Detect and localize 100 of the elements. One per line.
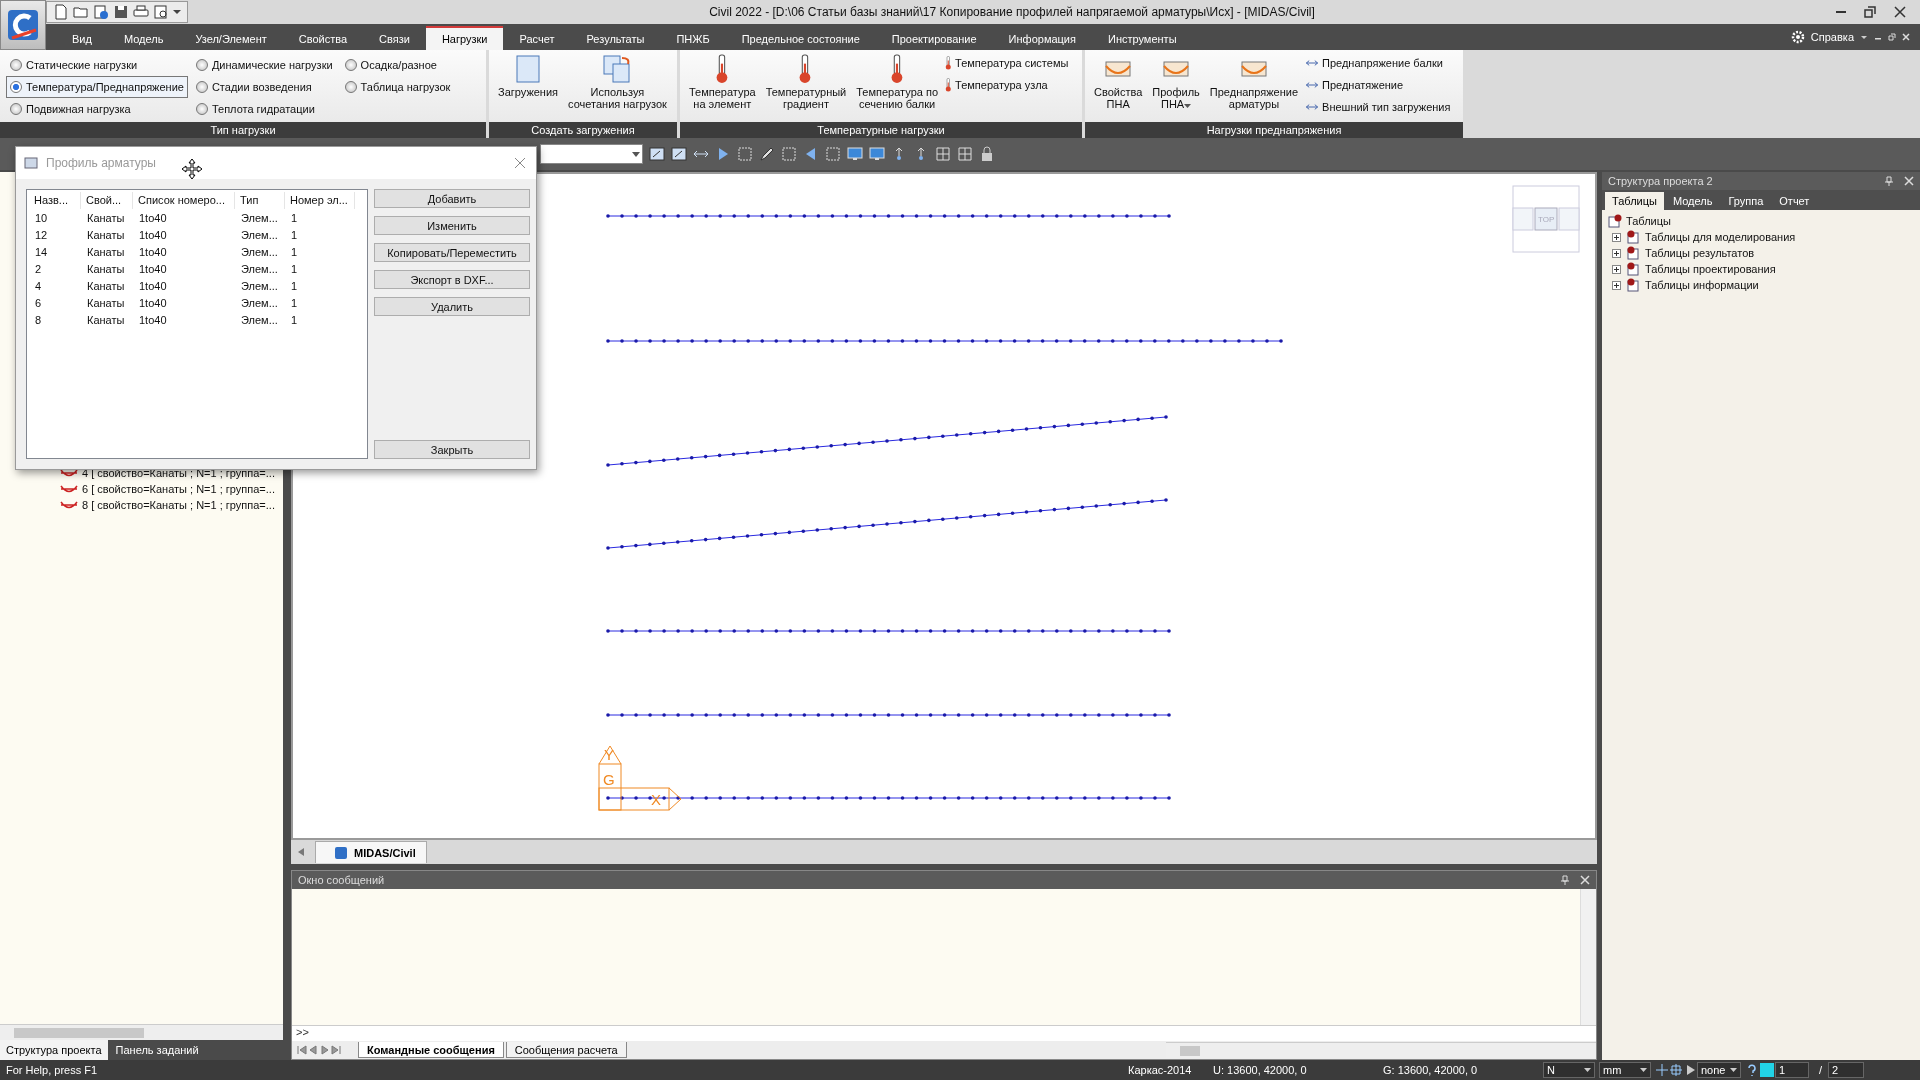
column-header[interactable]: Номер эл...	[285, 192, 355, 209]
command-prompt[interactable]: >>	[292, 1025, 1596, 1041]
dialog-button[interactable]: Экспорт в DXF...	[374, 270, 530, 289]
ribbon-small-button[interactable]: Внешний тип загружения	[1305, 98, 1451, 116]
ribbon-small-button[interactable]: Преднапряжение балки	[1305, 54, 1451, 72]
radio-dot[interactable]	[195, 59, 208, 71]
ribbon-button[interactable]: Используя сочетания нагрузок	[565, 54, 670, 110]
radio-dot[interactable]	[10, 59, 22, 71]
load-type-radio[interactable]: Статические нагрузки	[6, 54, 188, 76]
ribbon-button[interactable]: Температура по сечению балки	[853, 54, 942, 110]
ribbon-button[interactable]: Температура на элемент	[686, 54, 759, 110]
radio-dot[interactable]	[10, 81, 22, 93]
dialog-button[interactable]: Изменить	[374, 216, 530, 235]
close-button[interactable]: Закрыть	[374, 440, 530, 459]
tree-item[interactable]: Таблицы информации	[1608, 278, 1914, 292]
panel-tab[interactable]: Группа	[1721, 192, 1771, 210]
dialog-button[interactable]: Удалить	[374, 297, 530, 316]
ribbon-button[interactable]: Загружения	[495, 54, 562, 98]
table-cell-text: Канаты	[86, 228, 126, 241]
app-logo[interactable]	[0, 0, 46, 50]
radio-dot[interactable]	[10, 103, 22, 115]
profile-list[interactable]	[26, 189, 368, 459]
ribbon-group-label: Температурные нагрузки	[680, 122, 1082, 138]
documents-icon	[602, 54, 633, 84]
load-type-radio[interactable]: Таблица нагрузок	[340, 76, 455, 98]
menu-tab[interactable]: ПНЖБ	[660, 28, 726, 50]
length-unit-dropdown[interactable]: mm	[1599, 1062, 1651, 1078]
page-total-spinner[interactable]: 2	[1828, 1062, 1865, 1078]
ribbon-button[interactable]: Профиль ПНА	[1149, 54, 1203, 110]
menu-tab[interactable]: Проектирование	[875, 28, 993, 50]
menu-tab[interactable]: Предельное состояние	[725, 28, 876, 50]
radio-dot[interactable]	[344, 81, 357, 93]
menu-tab[interactable]: Узел/Элемент	[179, 28, 283, 50]
panel-tab[interactable]: Отчет	[1772, 192, 1817, 210]
crosshair-icon	[1669, 1063, 1683, 1077]
load-type-radio[interactable]: Температура/Преднапряжение	[6, 76, 188, 98]
tree-item[interactable]: Таблицы для моделирования	[1608, 230, 1914, 244]
expand-icon[interactable]	[1612, 248, 1621, 258]
menu-tab[interactable]: Модель	[107, 28, 180, 50]
column-header[interactable]: Тип	[235, 192, 285, 209]
column-header[interactable]: Свой...	[81, 192, 133, 209]
ribbon-small-button[interactable]: Температура системы	[945, 54, 1069, 72]
menu-tab[interactable]: Связи	[363, 28, 426, 50]
ribbon-button[interactable]: Температурный градиент	[762, 54, 850, 110]
dialog-button[interactable]: Добавить	[374, 189, 530, 208]
expand-icon[interactable]	[1612, 264, 1621, 274]
tree-item[interactable]: 6 [ свойство=Канаты ; N=1 ; группа=...	[60, 482, 283, 496]
horizontal-scrollbar[interactable]	[0, 1024, 283, 1040]
load-type-radio[interactable]: Осадка/разное	[340, 54, 455, 76]
tree-item[interactable]: Таблицы	[1608, 214, 1914, 228]
menu-tab[interactable]: Инструменты	[1091, 28, 1193, 50]
radio-dot[interactable]	[344, 59, 357, 71]
menu-tab[interactable]: Нагрузки	[425, 26, 504, 50]
status-coordinates: U: 13600, 42000, 0	[1212, 1064, 1308, 1076]
axis-triad-drawing: Y G X	[598, 745, 682, 811]
tree-item[interactable]: 8 [ свойство=Канаты ; N=1 ; группа=...	[60, 498, 283, 512]
table-icon	[1625, 278, 1641, 292]
load-type-radio[interactable]: Динамические нагрузки	[191, 54, 337, 76]
panel-tab[interactable]: Структура проекта	[0, 1040, 108, 1060]
display-dropdown[interactable]: none	[1697, 1062, 1741, 1078]
caret-icon[interactable]	[1184, 104, 1192, 108]
menu-tab[interactable]: Расчет	[503, 28, 571, 50]
ribbon-small-button[interactable]: Преднатяжение	[1305, 76, 1451, 94]
panel-tab[interactable]: Модель	[1665, 192, 1720, 210]
ribbon-group-label: Тип нагрузки	[0, 122, 486, 138]
dialog-button[interactable]: Копировать/Переместить	[374, 243, 530, 262]
table-cell-text: 1	[290, 296, 299, 309]
page-spinner[interactable]: 1	[1775, 1062, 1809, 1078]
load-type-radio[interactable]: Стадии возведения	[191, 76, 337, 98]
lock-icon	[979, 146, 995, 162]
tree-item[interactable]: Таблицы результатов	[1608, 246, 1914, 260]
vertical-scrollbar[interactable]	[1580, 889, 1596, 1025]
message-tab[interactable]: Командные сообщения	[358, 1042, 504, 1058]
force-unit-dropdown[interactable]: N	[1543, 1062, 1595, 1078]
menu-tab[interactable]: Результаты	[570, 28, 661, 50]
column-header[interactable]: Назв...	[29, 192, 81, 209]
monitor-icon	[869, 146, 885, 162]
menu-tab[interactable]: Свойства	[282, 28, 364, 50]
panel-tab[interactable]: Таблицы	[1605, 192, 1664, 210]
radio-dot[interactable]	[195, 81, 208, 93]
menu-tab[interactable]: Информация	[992, 28, 1092, 50]
column-header[interactable]: Список номеро...	[133, 192, 235, 209]
caret-icon	[1860, 33, 1868, 41]
ribbon-button[interactable]: Свойства ПНА	[1091, 54, 1146, 110]
document-icon	[513, 54, 543, 84]
menu-tab[interactable]: Вид	[56, 28, 108, 50]
radio-dot[interactable]	[195, 103, 208, 115]
ribbon-small-button[interactable]: Температура узла	[945, 76, 1069, 94]
ribbon-button[interactable]: Преднапряжение арматуры	[1206, 54, 1302, 110]
expand-icon[interactable]	[1612, 232, 1621, 242]
view-tab[interactable]: MIDAS/Civil	[315, 841, 427, 863]
load-type-radio[interactable]: Теплота гидратации	[191, 98, 337, 120]
expand-icon[interactable]	[1612, 280, 1621, 290]
help-menu[interactable]: Справка	[1810, 31, 1854, 43]
load-type-radio[interactable]: Подвижная нагрузка	[6, 98, 188, 120]
horizontal-scrollbar[interactable]	[1166, 1042, 1596, 1058]
toolbar-combo[interactable]	[540, 144, 643, 164]
message-tab[interactable]: Сообщения расчета	[505, 1042, 627, 1058]
tree-item[interactable]: Таблицы проектирования	[1608, 262, 1914, 276]
tendon-curve-icon	[60, 499, 78, 511]
